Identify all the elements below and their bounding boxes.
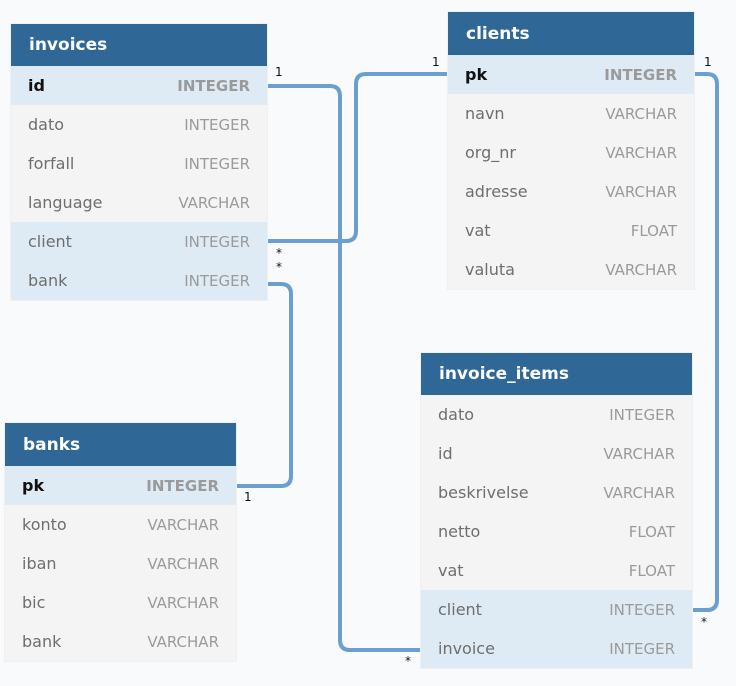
table-banks[interactable]: banks pk INTEGER konto VARCHAR iban VARCHAR bi… [5,423,236,661]
column-name: adresse [465,182,528,201]
column-name: vat [465,221,491,240]
column-row-dato[interactable]: dato INTEGER [421,395,692,434]
column-type: VARCHAR [147,632,219,651]
column-type: INTEGER [184,115,250,134]
column-row-language[interactable]: language VARCHAR [11,183,267,222]
relation-invoices-client-to-clients-pk[interactable] [267,72,448,243]
column-row-netto[interactable]: netto FLOAT [421,512,692,551]
column-row-bank[interactable]: bank INTEGER [11,261,267,300]
column-name: dato [28,115,65,134]
column-name: navn [465,104,505,123]
column-name: valuta [465,260,515,279]
cardinality-label: 1 [432,55,440,69]
column-type: FLOAT [628,522,675,541]
column-name: iban [22,554,57,573]
column-name: netto [438,522,481,541]
column-row-navn[interactable]: navn VARCHAR [448,94,694,133]
column-type: INTEGER [184,154,250,173]
column-name: invoice [438,639,495,658]
cardinality-label: * [276,260,282,274]
column-row-adresse[interactable]: adresse VARCHAR [448,172,694,211]
column-row-org_nr[interactable]: org_nr VARCHAR [448,133,694,172]
column-row-pk[interactable]: pk INTEGER [5,466,236,505]
cardinality-label: 1 [275,65,283,79]
table-invoices[interactable]: invoices id INTEGER dato INTEGER forfall INTE… [11,24,267,300]
column-type: VARCHAR [178,193,250,212]
table-header[interactable]: invoice_items [421,353,692,395]
column-name: forfall [28,154,75,173]
column-row-id[interactable]: id INTEGER [11,66,267,105]
column-name: id [438,444,453,463]
column-name: bic [22,593,46,612]
column-name: language [28,193,103,212]
column-name: client [438,600,482,619]
column-name: bank [22,632,62,651]
column-row-konto[interactable]: konto VARCHAR [5,505,236,544]
column-row-id[interactable]: id VARCHAR [421,434,692,473]
column-row-beskrivelse[interactable]: beskrivelse VARCHAR [421,473,692,512]
column-name: pk [22,476,45,495]
column-row-vat[interactable]: vat FLOAT [421,551,692,590]
cardinality-label: * [405,654,411,668]
column-name: pk [465,65,488,84]
column-name: client [28,232,72,251]
column-type: INTEGER [177,76,250,95]
column-type: INTEGER [184,271,250,290]
column-name: dato [438,405,475,424]
column-name: id [28,76,45,95]
column-type: VARCHAR [147,515,219,534]
column-name: vat [438,561,464,580]
column-name: konto [22,515,67,534]
column-row-bank[interactable]: bank VARCHAR [5,622,236,661]
cardinality-label: * [701,615,707,629]
cardinality-label: 1 [704,55,712,69]
column-type: INTEGER [604,65,677,84]
column-type: VARCHAR [605,104,677,123]
column-row-forfall[interactable]: forfall INTEGER [11,144,267,183]
column-row-pk[interactable]: pk INTEGER [448,55,694,94]
column-type: INTEGER [146,476,219,495]
relation-clients-pk-to-invoice-items-client[interactable] [692,72,719,612]
column-type: FLOAT [630,221,677,240]
column-type: VARCHAR [147,554,219,573]
column-type: INTEGER [184,232,250,251]
column-name: bank [28,271,68,290]
column-type: VARCHAR [605,182,677,201]
column-type: VARCHAR [605,143,677,162]
column-row-valuta[interactable]: valuta VARCHAR [448,250,694,289]
column-type: INTEGER [609,405,675,424]
column-type: INTEGER [609,600,675,619]
column-name: org_nr [465,143,516,162]
column-type: VARCHAR [605,260,677,279]
column-name: beskrivelse [438,483,529,502]
column-row-client[interactable]: client INTEGER [421,590,692,629]
cardinality-label: * [276,246,282,260]
column-type: FLOAT [628,561,675,580]
column-row-vat[interactable]: vat FLOAT [448,211,694,250]
column-type: INTEGER [609,639,675,658]
column-type: VARCHAR [603,483,675,502]
table-clients[interactable]: clients pk INTEGER navn VARCHAR org_nr VARCHA… [448,12,694,289]
column-type: VARCHAR [147,593,219,612]
column-row-dato[interactable]: dato INTEGER [11,105,267,144]
column-row-iban[interactable]: iban VARCHAR [5,544,236,583]
table-invoice-items[interactable]: invoice_items dato INTEGER id VARCHAR beskri… [421,353,692,668]
relation-invoices-bank-to-banks-pk[interactable] [236,282,293,488]
column-row-invoice[interactable]: invoice INTEGER [421,629,692,668]
column-row-bic[interactable]: bic VARCHAR [5,583,236,622]
cardinality-label: 1 [244,490,252,504]
column-type: VARCHAR [603,444,675,463]
table-header[interactable]: clients [448,12,694,55]
column-row-client[interactable]: client INTEGER [11,222,267,261]
table-header[interactable]: invoices [11,24,267,66]
table-header[interactable]: banks [5,423,236,466]
